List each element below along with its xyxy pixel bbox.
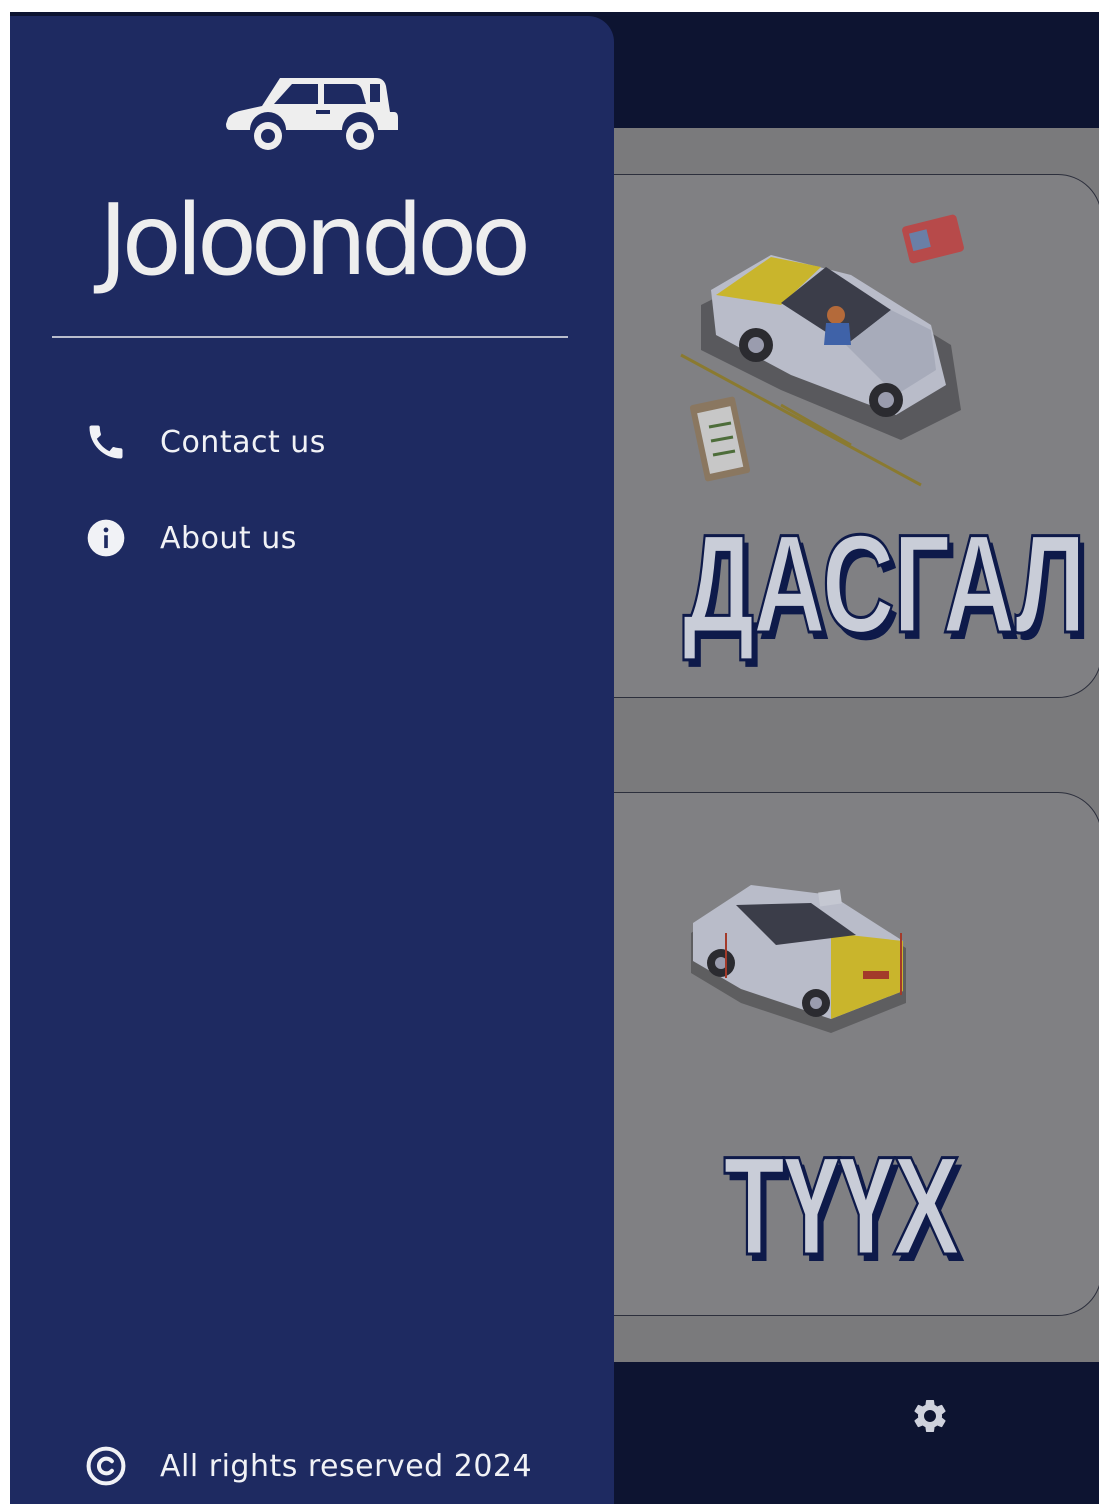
theory-card-title: ТҮҮХ bbox=[722, 1126, 961, 1286]
drawer-divider bbox=[52, 336, 568, 338]
contact-us-label: Contact us bbox=[160, 424, 326, 460]
copyright-icon bbox=[82, 1442, 130, 1490]
practice-card-title: ДАСГАЛ bbox=[682, 504, 1087, 664]
brand-logo-text: Joloondoo bbox=[98, 184, 531, 298]
info-icon bbox=[82, 514, 130, 562]
drawer-item-about-us[interactable]: About us bbox=[82, 508, 562, 568]
gear-icon bbox=[914, 1400, 946, 1432]
parked-car-illustration bbox=[691, 885, 906, 1033]
driving-lesson-car-illustration bbox=[680, 214, 964, 487]
phone-icon bbox=[82, 418, 130, 466]
copyright-text: All rights reserved 2024 bbox=[160, 1448, 533, 1484]
drawer-item-contact-us[interactable]: Contact us bbox=[82, 412, 562, 472]
navigation-drawer: Joloondoo Contact us About us All rights bbox=[10, 16, 614, 1504]
screen-edge bbox=[0, 12, 10, 1504]
drawer-footer: All rights reserved 2024 bbox=[82, 1436, 602, 1496]
about-us-label: About us bbox=[160, 520, 297, 556]
car-icon bbox=[226, 78, 398, 150]
settings-button[interactable] bbox=[906, 1392, 954, 1440]
